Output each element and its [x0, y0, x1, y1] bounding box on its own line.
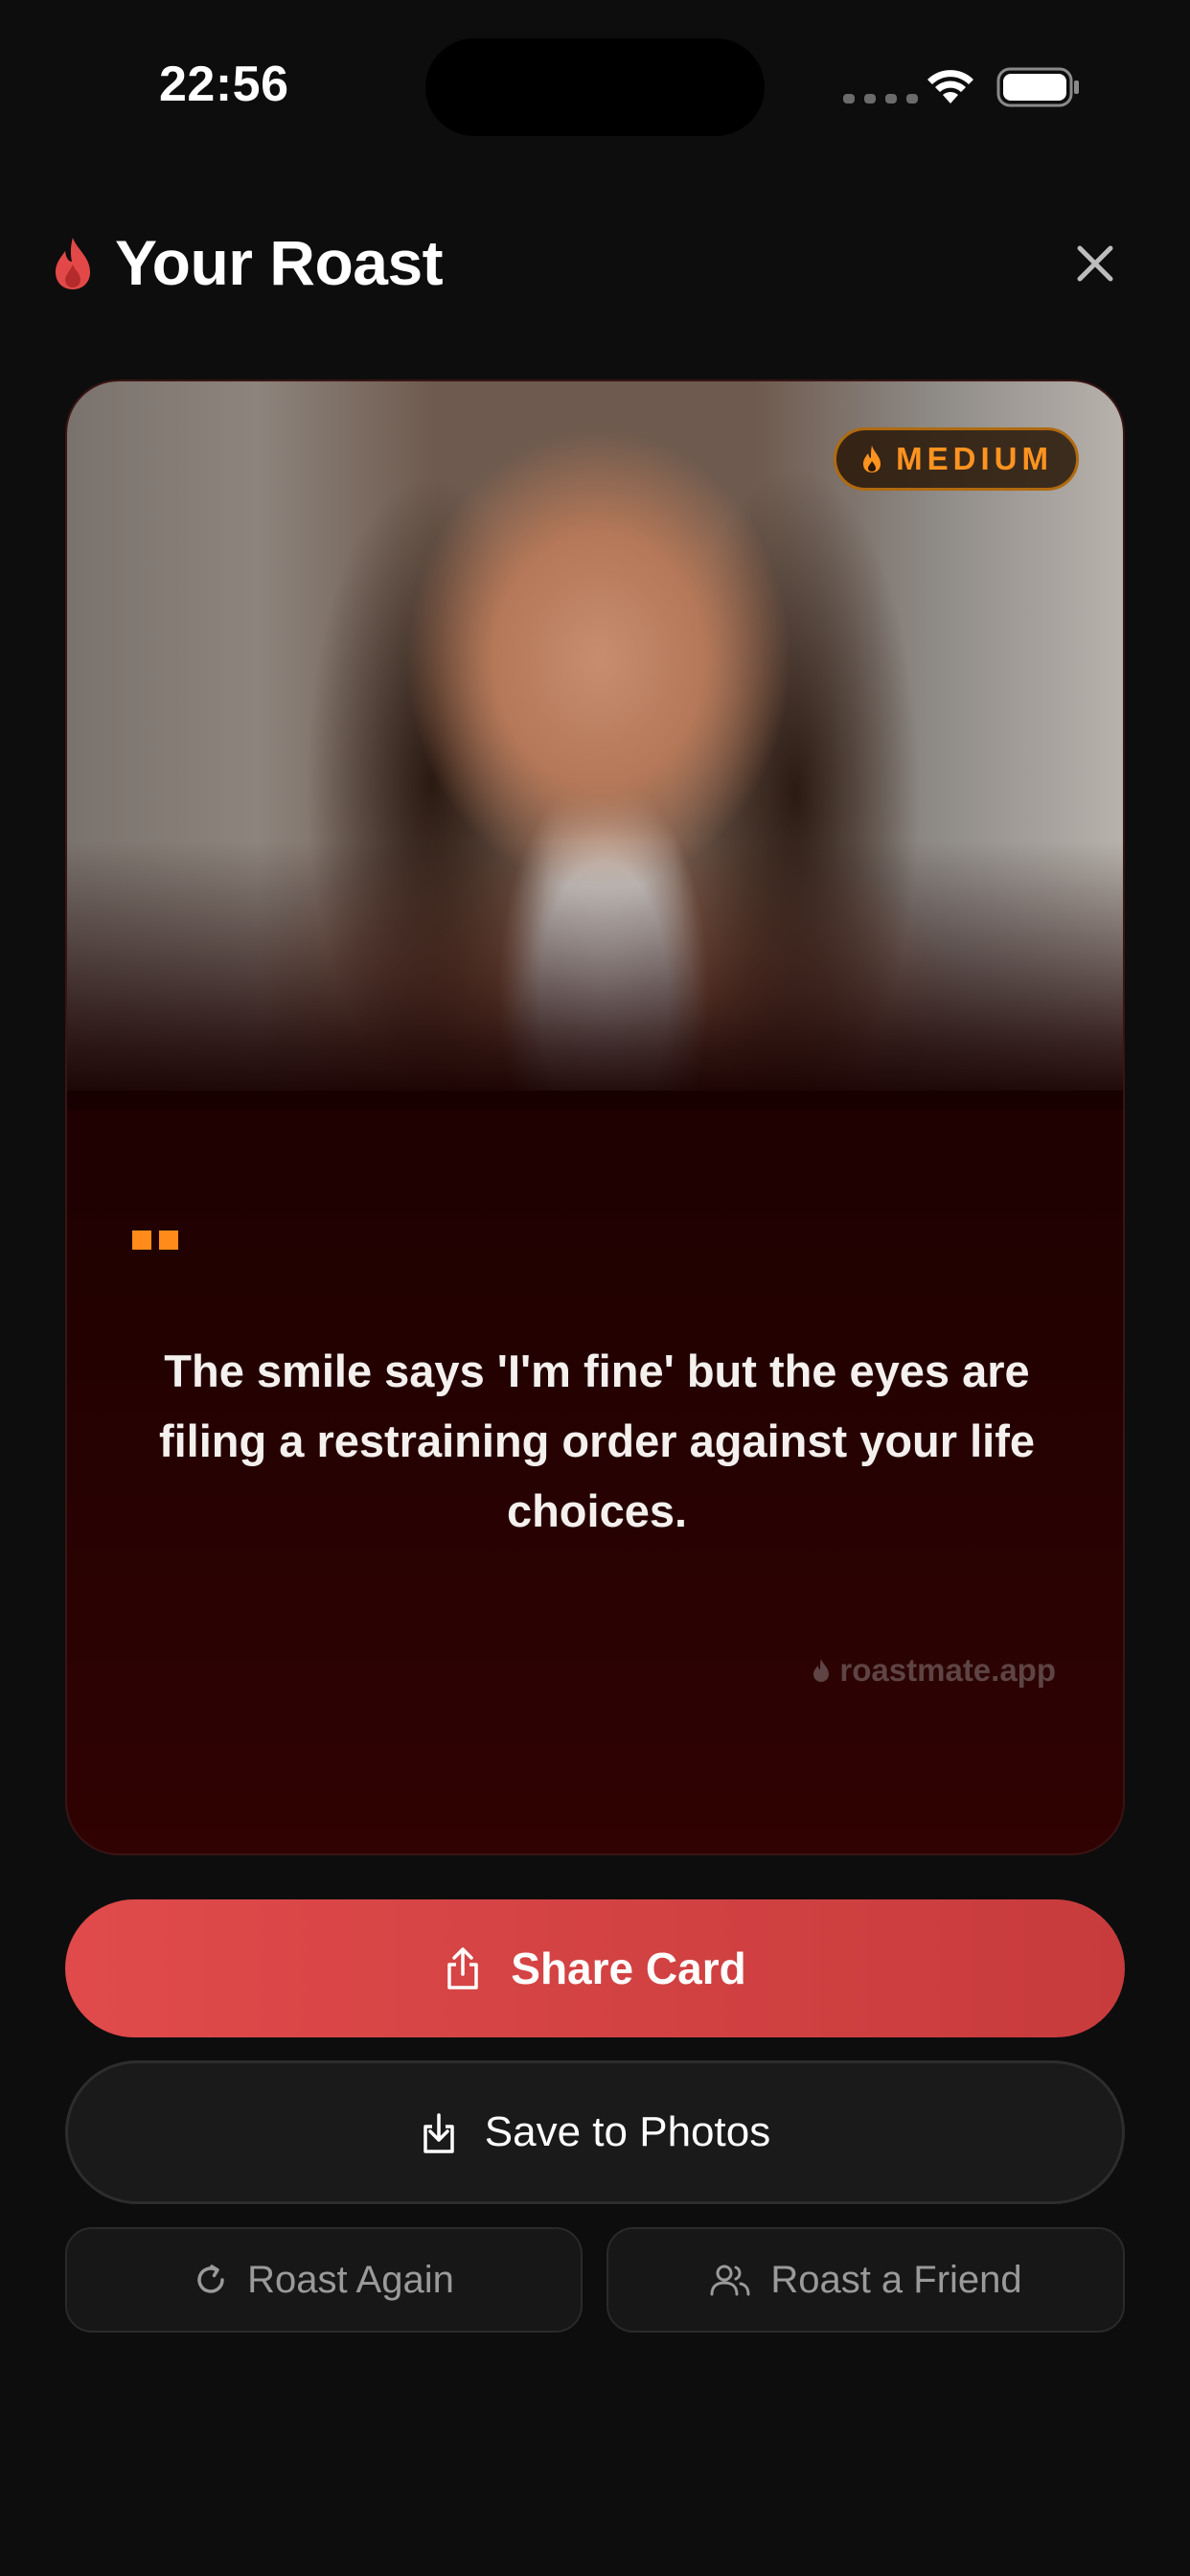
refresh-icon — [197, 2265, 224, 2293]
download-icon — [423, 2113, 454, 2153]
watermark-text: roastmate.app — [839, 1652, 1056, 1688]
header: Your Roast — [0, 220, 1190, 307]
photo-fade-overlay — [67, 841, 1123, 1110]
flame-icon — [863, 446, 881, 472]
roast-again-label: Roast Again — [247, 2258, 454, 2301]
wifi-icon — [927, 70, 973, 104]
watermark: roastmate.app — [812, 1652, 1056, 1689]
share-card-button[interactable]: Share Card — [65, 1899, 1125, 2037]
share-card-label: Share Card — [511, 1944, 746, 1993]
status-bar: 22:56 — [0, 0, 1190, 172]
cellular-signal-icon — [843, 94, 918, 104]
heat-level-label: MEDIUM — [896, 441, 1053, 476]
flame-icon — [56, 238, 90, 289]
people-icon — [710, 2265, 750, 2296]
save-to-photos-button[interactable]: Save to Photos — [65, 2060, 1125, 2204]
save-to-photos-label: Save to Photos — [484, 2108, 771, 2155]
quote-mark-icon — [132, 1230, 178, 1250]
page-title: Your Roast — [115, 227, 444, 298]
status-time: 22:56 — [159, 57, 289, 112]
flame-icon — [813, 1659, 830, 1682]
roast-a-friend-button[interactable]: Roast a Friend — [606, 2227, 1125, 2333]
close-button[interactable] — [1069, 238, 1121, 289]
dynamic-island — [425, 38, 765, 136]
roast-a-friend-label: Roast a Friend — [770, 2258, 1022, 2301]
roast-text: The smile says 'I'm fine' but the eyes a… — [158, 1346, 1036, 1536]
heat-level-badge: MEDIUM — [834, 427, 1079, 491]
roast-card: MEDIUM The smile says 'I'm fine' but the… — [65, 380, 1125, 1855]
share-icon — [447, 1947, 479, 1990]
battery-icon — [996, 67, 1079, 107]
close-icon — [1077, 245, 1113, 282]
roast-again-button[interactable]: Roast Again — [65, 2227, 583, 2333]
